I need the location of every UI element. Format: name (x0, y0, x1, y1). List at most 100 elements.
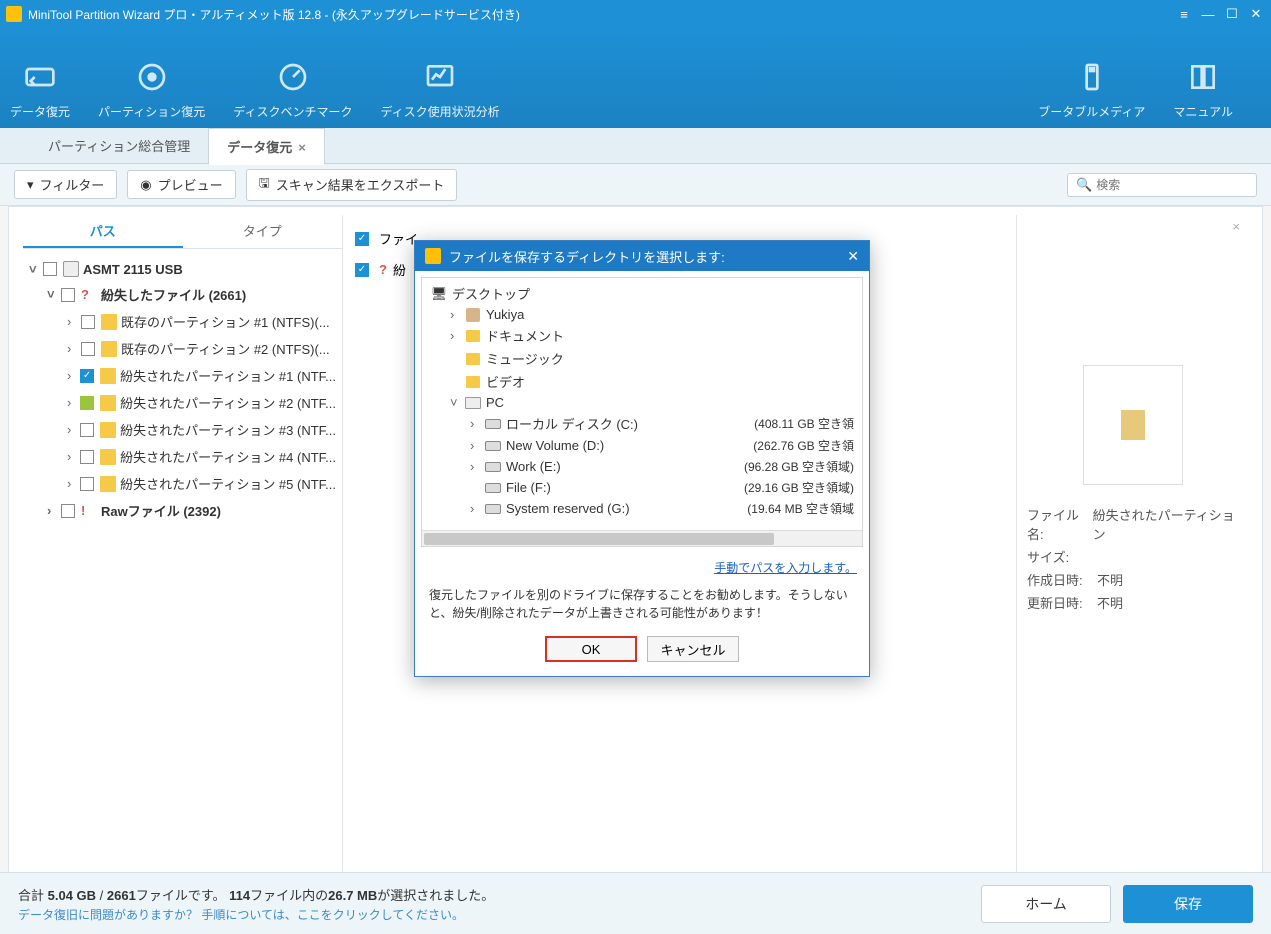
chevron-right-icon[interactable]: › (470, 459, 484, 474)
ribbon-data-recover[interactable]: データ復元 (10, 59, 70, 120)
dlg-drive[interactable]: ›ローカル ディスク (C:)(408.11 GB 空き領 (426, 412, 858, 435)
ok-button[interactable]: OK (545, 636, 637, 662)
ribbon-partition-recover[interactable]: パーティション復元 (98, 59, 205, 120)
search-input[interactable] (1096, 178, 1248, 192)
checkbox[interactable] (43, 262, 57, 276)
chevron-right-icon[interactable]: › (470, 501, 484, 516)
meta-size: サイズ: (1027, 547, 1238, 566)
window-title: MiniTool Partition Wizard プロ・アルティメット版 12… (28, 6, 1175, 23)
chevron-right-icon[interactable]: › (67, 341, 79, 356)
home-button[interactable]: ホーム (981, 885, 1111, 923)
folder-icon (100, 449, 116, 465)
manual-path-link[interactable]: 手動でパスを入力します。 (714, 561, 857, 575)
dlg-pc[interactable]: ˅PC (426, 393, 858, 412)
checkbox-checked[interactable]: ✓ (355, 232, 369, 246)
dlg-desktop[interactable]: 🖥デスクトップ (426, 282, 858, 305)
filter-button[interactable]: ▾フィルター (14, 170, 117, 199)
dlg-drive[interactable]: File (F:)(29.16 GB 空き領域) (426, 477, 858, 498)
status-help-link[interactable]: データ復旧に問題がありますか？ 手順については、ここをクリックしてください。 (18, 906, 969, 923)
tree-root[interactable]: ˅ASMT 2115 USB (27, 257, 338, 281)
tree-item[interactable]: ›紛失されたパーティション #4 (NTF... (27, 443, 338, 470)
drive-icon (485, 504, 501, 514)
ribbon-bootable[interactable]: ブータブルメディア (1038, 59, 1145, 120)
chevron-right-icon[interactable]: › (67, 395, 78, 410)
chevron-right-icon[interactable]: › (67, 368, 78, 383)
tree-raw[interactable]: ›!Rawファイル (2392) (27, 497, 338, 524)
tree-item[interactable]: ›既存のパーティション #2 (NTFS)(... (27, 335, 338, 362)
close-preview-icon[interactable]: × (1232, 219, 1240, 234)
tree-item[interactable]: ›紛失されたパーティション #2 (NTF... (27, 389, 338, 416)
chevron-down-icon[interactable]: ˅ (29, 262, 41, 277)
checkbox[interactable] (81, 315, 95, 329)
folder-icon (466, 353, 480, 365)
left-panel: パス タイプ ˅ASMT 2115 USB ˅?紛失したファイル (2661) … (23, 215, 343, 885)
chevron-down-icon[interactable]: ˅ (450, 395, 464, 410)
chevron-right-icon[interactable]: › (470, 416, 484, 431)
ribbon-manual[interactable]: マニュアル (1173, 59, 1233, 120)
dialog-close-icon[interactable]: ✕ (847, 248, 859, 265)
left-tabs: パス タイプ (23, 215, 342, 249)
tab-data-recover[interactable]: データ復元× (208, 128, 325, 165)
warning-icon: ! (81, 503, 97, 519)
chevron-right-icon[interactable]: › (470, 438, 484, 453)
checkbox-checked[interactable]: ✓ (80, 369, 94, 383)
tab-partition-manage[interactable]: パーティション総合管理 (30, 128, 208, 163)
minimize-button[interactable]: — (1199, 5, 1217, 23)
dlg-documents[interactable]: ›ドキュメント (426, 324, 858, 347)
tree-item[interactable]: ›✓紛失されたパーティション #1 (NTF... (27, 362, 338, 389)
preview-button[interactable]: ◉プレビュー (127, 170, 235, 199)
dialog-titlebar: ファイルを保存するディレクトリを選択します: ✕ (415, 241, 869, 271)
chevron-right-icon[interactable]: › (450, 328, 464, 343)
chevron-right-icon[interactable]: › (450, 307, 464, 322)
chevron-right-icon[interactable]: › (47, 503, 59, 518)
chevron-right-icon[interactable]: › (67, 476, 78, 491)
drive-icon (485, 483, 501, 493)
preview-thumbnail (1083, 365, 1183, 485)
dialog-scrollbar[interactable] (422, 530, 862, 546)
chevron-down-icon[interactable]: ˅ (47, 287, 59, 302)
maximize-button[interactable]: ☐ (1223, 5, 1241, 23)
checkbox[interactable] (80, 423, 94, 437)
export-button[interactable]: 🖫スキャン結果をエクスポート (246, 169, 458, 201)
tree-item[interactable]: ›紛失されたパーティション #5 (NTF... (27, 470, 338, 497)
checkbox[interactable] (80, 477, 94, 491)
ribbon-usage[interactable]: ディスク使用状況分析 (380, 59, 499, 120)
export-icon: 🖫 (259, 174, 270, 196)
folder-icon (100, 476, 116, 492)
chevron-right-icon[interactable]: › (67, 314, 79, 329)
tab-path[interactable]: パス (23, 215, 183, 248)
scrollbar-thumb[interactable] (424, 533, 774, 545)
save-button[interactable]: 保存 (1123, 885, 1253, 923)
checkbox[interactable] (81, 342, 95, 356)
checkbox-partial[interactable] (80, 396, 94, 410)
desktop-icon: 🖥 (430, 287, 448, 301)
tree-lost-files[interactable]: ˅?紛失したファイル (2661) (27, 281, 338, 308)
folder-icon (101, 341, 117, 357)
drive-icon (485, 441, 501, 451)
action-bar: ▾フィルター ◉プレビュー 🖫スキャン結果をエクスポート 🔍 (0, 164, 1271, 206)
dlg-user[interactable]: ›Yukiya (426, 305, 858, 324)
dlg-music[interactable]: ミュージック (426, 347, 858, 370)
tree-item[interactable]: ›既存のパーティション #1 (NTFS)(... (27, 308, 338, 335)
tab-type[interactable]: タイプ (183, 215, 343, 248)
checkbox[interactable] (80, 450, 94, 464)
chevron-right-icon[interactable]: › (67, 449, 78, 464)
dlg-drive[interactable]: ›Work (E:)(96.28 GB 空き領域) (426, 456, 858, 477)
tab-close-icon[interactable]: × (298, 140, 306, 155)
folder-icon (100, 422, 116, 438)
ribbon-benchmark[interactable]: ディスクベンチマーク (233, 59, 352, 120)
dlg-drive[interactable]: ›New Volume (D:)(262.76 GB 空き領 (426, 435, 858, 456)
dlg-video[interactable]: ビデオ (426, 370, 858, 393)
menu-icon[interactable]: ≡ (1175, 5, 1193, 23)
dlg-drive[interactable]: ›System reserved (G:)(19.64 MB 空き領域 (426, 498, 858, 519)
question-icon: ? (379, 262, 387, 277)
cancel-button[interactable]: キャンセル (647, 636, 739, 662)
checkbox-checked[interactable]: ✓ (355, 263, 369, 277)
close-button[interactable]: ✕ (1247, 5, 1265, 23)
meta-filename: ファイル名:紛失されたパーティション (1027, 505, 1238, 543)
tree-item[interactable]: ›紛失されたパーティション #3 (NTF... (27, 416, 338, 443)
checkbox[interactable] (61, 504, 75, 518)
chevron-right-icon[interactable]: › (67, 422, 78, 437)
checkbox[interactable] (61, 288, 75, 302)
dialog-title: ファイルを保存するディレクトリを選択します: (449, 247, 725, 266)
